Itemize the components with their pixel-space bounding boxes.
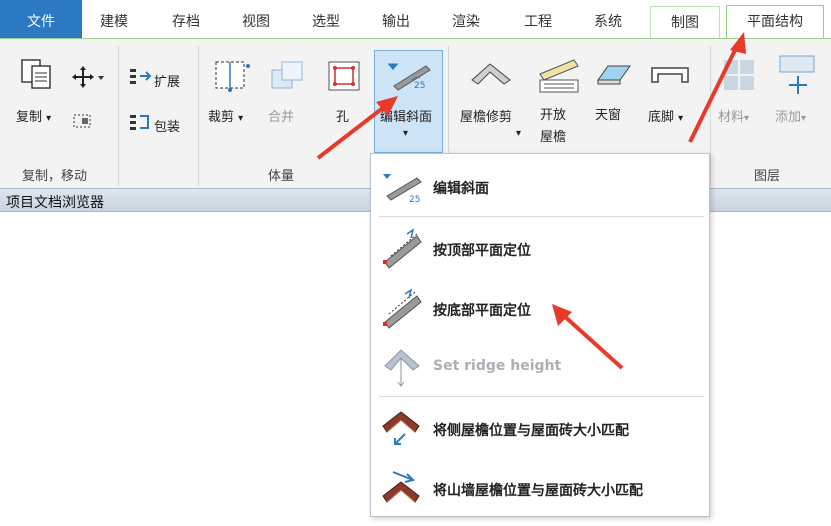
menu-item-label: 将侧屋檐位置与屋面砖大小匹配 xyxy=(433,423,629,439)
top-plane-position-icon xyxy=(383,228,422,269)
group-label-volume: 体量 xyxy=(268,169,295,184)
tab-drawing[interactable]: 制图 xyxy=(650,6,720,38)
menu-item-match-side-eave-to-tile[interactable]: 将侧屋檐位置与屋面砖大小匹配 xyxy=(371,404,709,452)
material-icon[interactable] xyxy=(720,56,760,94)
open-eave-icon[interactable] xyxy=(536,56,582,96)
edit-slope-dropdown-arrow[interactable]: ▾ xyxy=(403,128,408,139)
wrap-icon[interactable] xyxy=(128,112,152,132)
merge-icon[interactable] xyxy=(268,58,308,94)
project-browser-title: 项目文档浏览器 xyxy=(6,195,104,211)
tab-selection[interactable]: 选型 xyxy=(300,6,352,38)
crop-label: 裁剪 xyxy=(208,110,235,125)
menu-item-position-by-top-plane[interactable]: 按顶部平面定位 xyxy=(371,224,709,272)
tab-output[interactable]: 输出 xyxy=(370,6,422,38)
open-eave-label-1[interactable]: 开放 xyxy=(540,104,566,123)
menu-item-label: Set ridge height xyxy=(433,358,562,374)
tab-file[interactable]: 文件 xyxy=(0,0,82,38)
menu-item-position-by-bottom-plane[interactable]: 按底部平面定位 xyxy=(371,284,709,332)
footing-button[interactable]: 底脚 ▾ xyxy=(648,106,683,125)
open-eave-label-2[interactable]: 屋檐 xyxy=(540,126,566,145)
wrap-button[interactable]: 包装 xyxy=(154,116,180,135)
add-label: 添加 xyxy=(775,110,802,125)
svg-text:25: 25 xyxy=(414,81,425,91)
group-label-copy-move: 复制，移动 xyxy=(22,169,88,184)
add-layer-button[interactable]: 添加▾ xyxy=(775,106,806,125)
tab-project[interactable]: 工程 xyxy=(512,6,564,38)
group-divider xyxy=(118,46,119,186)
hole-button[interactable]: 孔 xyxy=(336,106,349,125)
menu-item-match-gable-eave-to-tile[interactable]: 将山墙屋檐位置与屋面砖大小匹配 xyxy=(371,464,709,512)
skylight-icon[interactable] xyxy=(594,60,634,90)
tab-system[interactable]: 系统 xyxy=(582,6,634,38)
move-small-icon[interactable] xyxy=(72,112,94,130)
crop-icon[interactable] xyxy=(212,56,252,94)
roof-trim-dropdown-arrow[interactable]: ▾ xyxy=(516,128,521,139)
footing-label: 底脚 xyxy=(648,110,675,125)
merge-button[interactable]: 合并 xyxy=(268,106,294,125)
edit-slope-icon: 25 xyxy=(383,174,422,204)
menu-separator xyxy=(379,396,704,397)
group-divider xyxy=(198,46,199,186)
menu-item-label: 按底部平面定位 xyxy=(433,303,531,319)
add-layer-icon[interactable] xyxy=(776,54,820,98)
copy-label: 复制 xyxy=(16,110,43,125)
move-icon[interactable] xyxy=(72,66,106,88)
menu-item-set-ridge-height[interactable]: Set ridge height xyxy=(371,342,709,390)
side-eave-match-icon xyxy=(382,411,420,445)
footing-icon[interactable] xyxy=(650,62,692,88)
bottom-plane-position-icon xyxy=(383,288,422,329)
menu-item-label: 将山墙屋檐位置与屋面砖大小匹配 xyxy=(433,483,643,499)
crop-button[interactable]: 裁剪 ▾ xyxy=(208,106,243,125)
edit-slope-dropdown-menu: 25 编辑斜面 按顶部平面定位 按底部平面定位 Set ridge height xyxy=(370,153,710,517)
group-label-layer: 图层 xyxy=(754,169,781,184)
tab-plane-structure[interactable]: 平面结构 xyxy=(726,5,824,39)
ribbon-tab-bar: 文件 建模 存档 视图 选型 输出 渲染 工程 系统 制图 平面结构 xyxy=(0,0,831,39)
gable-eave-match-icon xyxy=(382,471,420,503)
ridge-height-icon xyxy=(384,349,420,387)
skylight-button[interactable]: 天窗 xyxy=(595,104,621,123)
tab-render[interactable]: 渲染 xyxy=(440,6,492,38)
extend-button[interactable]: 扩展 xyxy=(154,71,180,90)
extend-icon[interactable] xyxy=(128,66,152,86)
roof-trim-button[interactable]: 屋檐修剪 xyxy=(460,106,512,125)
menu-separator xyxy=(379,216,704,217)
material-label: 材料 xyxy=(718,110,745,125)
tab-modeling[interactable]: 建模 xyxy=(88,6,140,38)
menu-item-label: 编辑斜面 xyxy=(433,181,489,197)
menu-item-edit-slope[interactable]: 25 编辑斜面 xyxy=(371,162,709,210)
copy-icon[interactable] xyxy=(20,58,54,90)
svg-text:25: 25 xyxy=(409,195,420,204)
hole-icon[interactable] xyxy=(325,58,365,94)
roof-trim-icon[interactable] xyxy=(468,58,514,90)
group-divider xyxy=(710,46,711,186)
material-button[interactable]: 材料▾ xyxy=(718,106,749,125)
menu-item-label: 按顶部平面定位 xyxy=(433,243,531,259)
edit-slope-icon: 25 xyxy=(388,63,431,91)
tab-archive[interactable]: 存档 xyxy=(160,6,212,38)
copy-button[interactable]: 复制 ▾ xyxy=(16,106,51,125)
edit-slope-label: 编辑斜面 xyxy=(380,110,433,125)
tab-view[interactable]: 视图 xyxy=(230,6,282,38)
